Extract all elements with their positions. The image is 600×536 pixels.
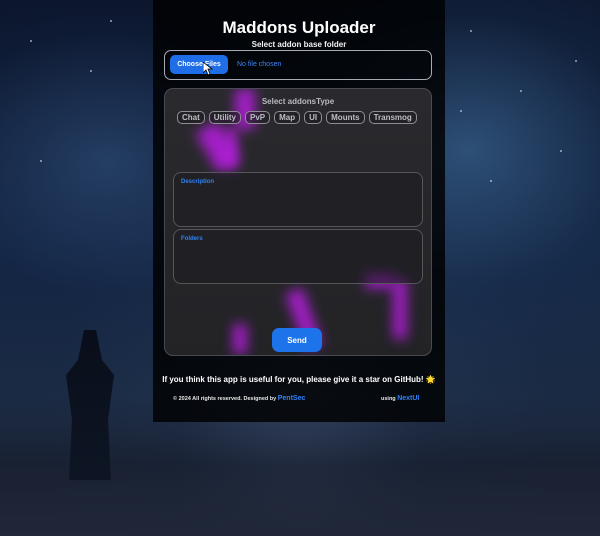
glow-decoration — [223, 129, 237, 169]
glow-decoration — [393, 279, 407, 339]
page-title: Maddons Uploader — [222, 18, 376, 37]
chip-chat[interactable]: Chat — [177, 111, 205, 124]
designer-link[interactable]: PentSec — [278, 395, 306, 402]
addon-type-chips: Chat Utility PvP Map UI Mounts Transmog — [177, 111, 417, 124]
mouse-cursor-icon — [203, 62, 213, 76]
file-input[interactable]: Choose Files No file chosen — [164, 50, 432, 80]
page-subtitle: Select addon base folder — [251, 40, 347, 49]
main-panel: Maddons Uploader Select addon base folde… — [153, 0, 445, 422]
upload-form: Select addonsType Chat Utility PvP Map U… — [164, 88, 432, 356]
folders-field[interactable]: Folders — [173, 229, 423, 284]
chip-map[interactable]: Map — [274, 111, 301, 124]
file-status: No file chosen — [237, 61, 282, 68]
footer-rights: © 2024 All rights reserved. Designed by … — [173, 395, 305, 402]
choose-files-button[interactable]: Choose Files — [170, 55, 228, 74]
github-note: If you think this app is useful for you,… — [162, 375, 436, 384]
addon-type-title: Select addonsType — [261, 97, 335, 106]
description-field[interactable]: Description — [173, 172, 423, 227]
description-label: Description — [181, 179, 215, 185]
chip-ui[interactable]: UI — [304, 111, 323, 124]
send-button[interactable]: Send — [272, 328, 322, 352]
chip-pvp[interactable]: PvP — [245, 111, 271, 124]
chip-utility[interactable]: Utility — [208, 111, 242, 124]
glow-decoration — [233, 324, 247, 354]
footer-using: using NextUI — [381, 395, 419, 402]
chip-mounts[interactable]: Mounts — [326, 111, 365, 124]
rights-text: © 2024 All rights reserved. Designed by — [173, 396, 277, 402]
folders-label: Folders — [181, 236, 203, 242]
chip-transmog[interactable]: Transmog — [368, 111, 417, 124]
nextui-link[interactable]: NextUI — [397, 395, 419, 402]
using-text: using — [381, 396, 396, 402]
